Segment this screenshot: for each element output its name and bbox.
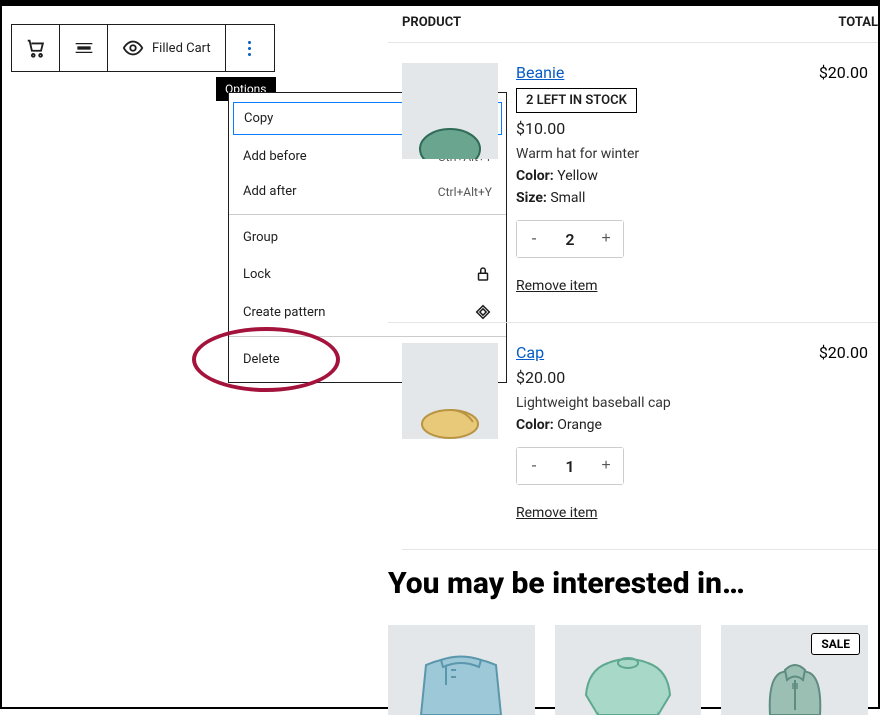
cross-sell-card[interactable] — [555, 625, 702, 715]
view-mode-label: Filled Cart — [152, 41, 211, 56]
block-toolbar: Filled Cart — [11, 24, 275, 72]
remove-item-link[interactable]: Remove item — [516, 278, 803, 294]
menu-label: Add before — [243, 149, 307, 164]
cross-sells-section: You may be interested in… SALE — [388, 566, 868, 715]
cart-item: Beanie 2 LEFT IN STOCK $10.00 Warm hat f… — [388, 42, 878, 322]
item-total: $20.00 — [803, 343, 878, 362]
quantity-stepper: - 2 + — [516, 220, 624, 258]
item-total: $20.00 — [803, 63, 878, 82]
product-meta-size: Size: Small — [516, 190, 803, 206]
cart-block-icon[interactable] — [12, 25, 60, 71]
quantity-stepper: - 1 + — [516, 447, 624, 485]
cross-sells-heading: You may be interested in… — [388, 566, 868, 601]
menu-label: Lock — [243, 267, 271, 282]
qty-increase-button[interactable]: + — [589, 448, 623, 484]
product-description: Warm hat for winter — [516, 146, 803, 162]
product-thumbnail[interactable] — [402, 63, 498, 159]
eye-icon — [122, 37, 144, 59]
product-name-link[interactable]: Cap — [516, 343, 803, 362]
stock-badge: 2 LEFT IN STOCK — [516, 88, 637, 113]
qty-increase-button[interactable]: + — [589, 221, 623, 257]
column-header-product: PRODUCT — [388, 15, 803, 30]
qty-decrease-button[interactable]: - — [517, 448, 551, 484]
view-mode-button[interactable]: Filled Cart — [108, 25, 226, 71]
remove-item-link[interactable]: Remove item — [516, 505, 803, 521]
column-header-total: TOTAL — [803, 15, 878, 30]
cross-sell-card[interactable] — [388, 625, 535, 715]
menu-label: Add after — [243, 184, 297, 199]
product-thumbnail[interactable] — [402, 343, 498, 439]
align-icon[interactable] — [60, 25, 108, 71]
product-price: $20.00 — [516, 368, 803, 387]
product-description: Lightweight baseball cap — [516, 395, 803, 411]
product-price: $10.00 — [516, 119, 803, 138]
more-options-button[interactable] — [226, 25, 274, 71]
qty-decrease-button[interactable]: - — [517, 221, 551, 257]
product-meta-color: Color: Orange — [516, 417, 803, 433]
menu-label: Copy — [244, 111, 273, 126]
cross-sell-card[interactable]: SALE — [721, 625, 868, 715]
cart-item: Cap $20.00 Lightweight baseball cap Colo… — [388, 322, 878, 549]
product-meta-color: Color: Yellow — [516, 168, 803, 184]
qty-value: 2 — [551, 221, 589, 257]
menu-label: Group — [243, 230, 278, 245]
cart-block: PRODUCT TOTAL Beanie 2 LEFT IN STOCK $10… — [388, 15, 878, 550]
product-name-link[interactable]: Beanie — [516, 63, 803, 82]
menu-label: Create pattern — [243, 305, 325, 320]
kebab-icon — [248, 41, 251, 56]
qty-value: 1 — [551, 448, 589, 484]
annotation-ellipse — [192, 327, 340, 392]
sale-badge: SALE — [811, 633, 860, 655]
